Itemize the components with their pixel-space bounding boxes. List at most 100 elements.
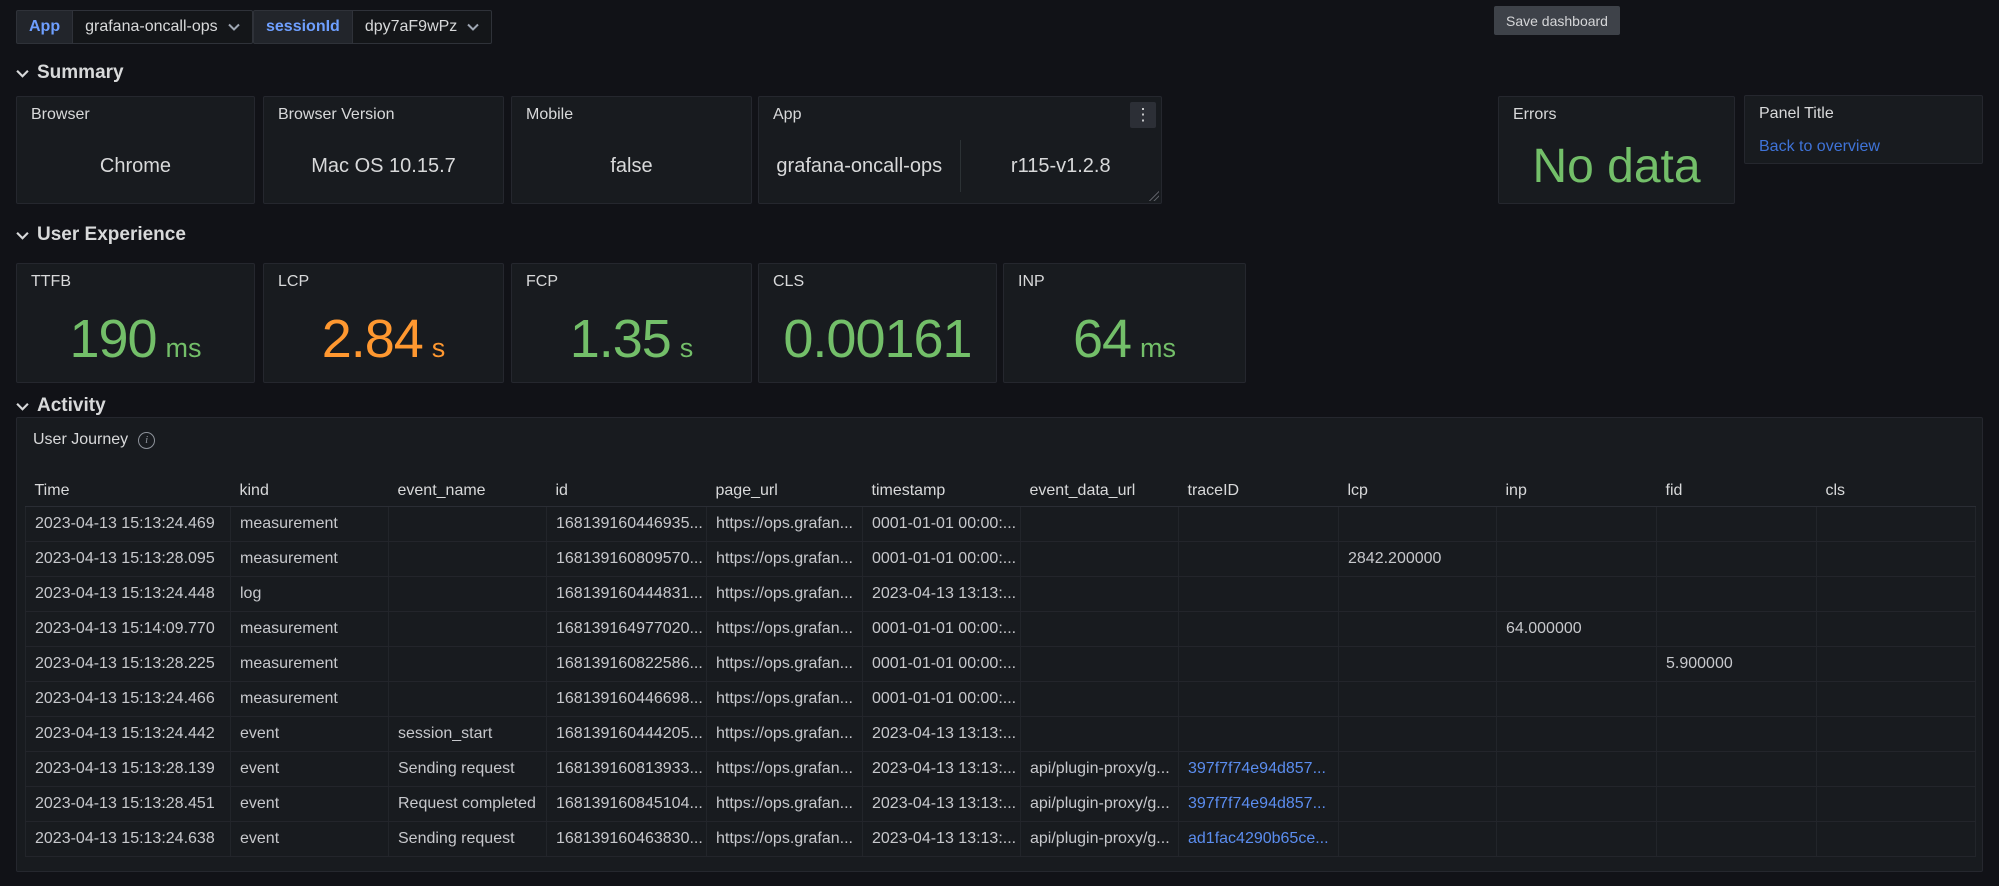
cell-event_name [388, 611, 547, 647]
cell-event_name [388, 541, 547, 577]
column-header-traceID[interactable]: traceID [1178, 476, 1339, 507]
section-summary[interactable]: Summary [16, 62, 124, 84]
cell-traceID[interactable]: ad1fac4290b65ce... [1178, 821, 1339, 857]
cell-cls [1816, 681, 1976, 717]
panel-user-journey: User Journey i Time kind event_name id page_… [16, 417, 1983, 872]
cell-event_data_url [1020, 611, 1179, 647]
cell-inp [1496, 576, 1657, 612]
cell-fid [1656, 786, 1817, 822]
cell-traceID[interactable]: 397f7f74e94d857... [1178, 786, 1339, 822]
table-row: 2023-04-13 15:13:24.469 measurement 168139… [25, 506, 1976, 542]
cell-timestamp: 0001-01-01 00:00:... [862, 646, 1021, 682]
panel-inp-title: INP [1018, 273, 1045, 290]
cell-lcp [1338, 786, 1497, 822]
cell-event_data_url: api/plugin-proxy/g... [1020, 786, 1179, 822]
panel-panel-title: Panel Title Back to overview [1744, 95, 1983, 164]
cell-id: 168139160444831... [546, 576, 707, 612]
cell-Time: 2023-04-13 15:13:28.095 [25, 541, 231, 577]
cell-Time: 2023-04-13 15:13:28.225 [25, 646, 231, 682]
cell-kind: event [230, 716, 389, 752]
section-activity[interactable]: Activity [16, 395, 106, 417]
cell-page_url: https://ops.grafan... [706, 646, 863, 682]
column-header-fid[interactable]: fid [1656, 476, 1817, 507]
cell-timestamp: 2023-04-13 13:13:... [862, 821, 1021, 857]
cell-cls [1816, 611, 1976, 647]
panel-menu-icon[interactable]: ⋮ [1130, 102, 1156, 128]
trace-id-link[interactable]: 397f7f74e94d857... [1188, 795, 1326, 812]
column-header-timestamp[interactable]: timestamp [862, 476, 1021, 507]
collapse-chevron-icon [16, 402, 29, 411]
cell-Time: 2023-04-13 15:13:24.448 [25, 576, 231, 612]
column-header-Time[interactable]: Time [25, 476, 231, 507]
save-dashboard-button[interactable]: Save dashboard [1494, 6, 1620, 35]
panel-ttfb-title: TTFB [31, 273, 71, 290]
inp-value: 64 [1072, 309, 1132, 369]
cell-fid [1656, 751, 1817, 787]
cell-Time: 2023-04-13 15:13:24.442 [25, 716, 231, 752]
cell-event_data_url [1020, 646, 1179, 682]
cell-cls [1816, 751, 1976, 787]
inp-unit: ms [1140, 333, 1177, 363]
variable-sessionid-select[interactable]: dpy7aF9wPz [351, 10, 493, 44]
mobile-value: false [610, 154, 653, 177]
panel-cls-title: CLS [773, 273, 805, 290]
panel-lcp: LCP 2.84 s [263, 263, 504, 383]
column-header-inp[interactable]: inp [1496, 476, 1657, 507]
cell-timestamp: 0001-01-01 00:00:... [862, 681, 1021, 717]
table-row: 2023-04-13 15:14:09.770 measurement 168139… [25, 611, 1976, 647]
cell-id: 168139160809570... [546, 541, 707, 577]
info-icon[interactable]: i [138, 431, 156, 449]
table-row: 2023-04-13 15:13:24.638 event Sending requ… [25, 821, 1976, 857]
cell-fid: 5.900000 [1656, 646, 1817, 682]
cell-cls [1816, 786, 1976, 822]
column-header-lcp[interactable]: lcp [1338, 476, 1497, 507]
cell-page_url: https://ops.grafan... [706, 751, 863, 787]
panel-resize-handle[interactable] [1149, 191, 1159, 201]
cls-value: 0.00161 [783, 309, 972, 369]
back-to-overview-link[interactable]: Back to overview [1759, 138, 1880, 156]
column-header-event_name[interactable]: event_name [388, 476, 547, 507]
variable-app-value: grafana-oncall-ops [85, 18, 218, 35]
cell-timestamp: 0001-01-01 00:00:... [862, 541, 1021, 577]
panel-ttfb: TTFB 190 ms [16, 263, 255, 383]
cell-lcp [1338, 751, 1497, 787]
cell-Time: 2023-04-13 15:13:28.451 [25, 786, 231, 822]
column-header-page_url[interactable]: page_url [706, 476, 863, 507]
cell-fid [1656, 821, 1817, 857]
trace-id-link[interactable]: 397f7f74e94d857... [1188, 760, 1326, 777]
variable-sessionid-value: dpy7aF9wPz [364, 18, 458, 35]
cell-id: 168139160446698... [546, 681, 707, 717]
cell-lcp [1338, 646, 1497, 682]
cell-inp [1496, 506, 1657, 542]
fcp-stat: 1.35 s [570, 308, 694, 370]
section-user-experience[interactable]: User Experience [16, 224, 186, 246]
panel-browser: Browser Chrome [16, 96, 255, 204]
cell-Time: 2023-04-13 15:13:24.469 [25, 506, 231, 542]
cell-traceID [1178, 646, 1339, 682]
cell-traceID[interactable]: 397f7f74e94d857... [1178, 751, 1339, 787]
cell-kind: event [230, 751, 389, 787]
errors-no-data-value: No data [1532, 139, 1701, 193]
panel-fcp: FCP 1.35 s [511, 263, 752, 383]
lcp-value: 2.84 [321, 309, 424, 369]
column-header-id[interactable]: id [546, 476, 707, 507]
table-row: 2023-04-13 15:13:24.448 log 16813916044483… [25, 576, 1976, 612]
cell-cls [1816, 821, 1976, 857]
table-row: 2023-04-13 15:13:28.095 measurement 168139… [25, 541, 1976, 577]
cell-id: 168139160845104... [546, 786, 707, 822]
trace-id-link[interactable]: ad1fac4290b65ce... [1188, 830, 1329, 847]
cell-id: 168139160446935... [546, 506, 707, 542]
column-header-cls[interactable]: cls [1816, 476, 1976, 507]
table-row: 2023-04-13 15:13:28.225 measurement 168139… [25, 646, 1976, 682]
variable-app-select[interactable]: grafana-oncall-ops [72, 10, 253, 44]
column-header-event_data_url[interactable]: event_data_url [1020, 476, 1179, 507]
cell-fid [1656, 541, 1817, 577]
cell-event_name: session_start [388, 716, 547, 752]
cell-kind: measurement [230, 611, 389, 647]
cell-cls [1816, 646, 1976, 682]
variable-app: App grafana-oncall-ops [16, 10, 253, 44]
table-row: 2023-04-13 15:13:24.442 event session_star… [25, 716, 1976, 752]
column-header-kind[interactable]: kind [230, 476, 389, 507]
cell-inp [1496, 541, 1657, 577]
panel-errors-title: Errors [1513, 106, 1557, 123]
